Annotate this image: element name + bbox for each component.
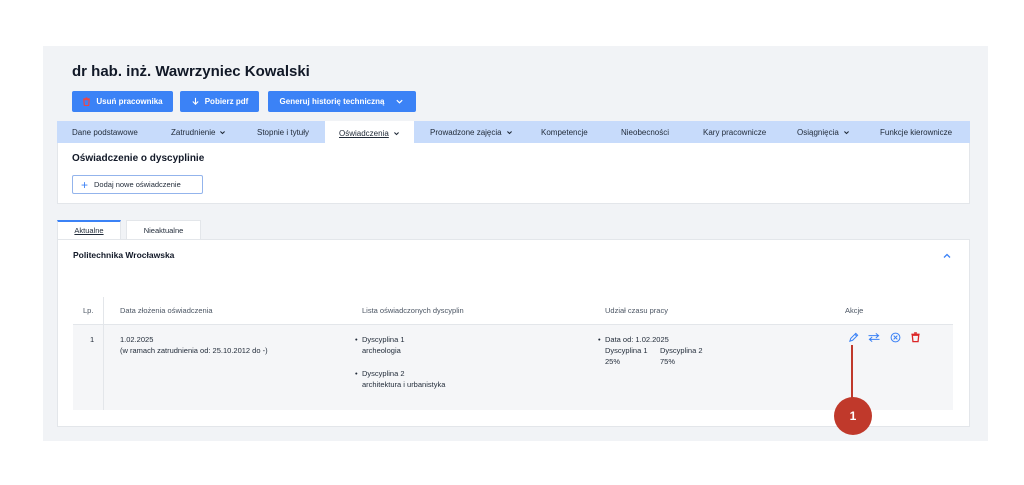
delete-employee-button[interactable]: Usuń pracownika	[72, 91, 173, 112]
tab-basic-data[interactable]: Dane podstawowe	[72, 121, 138, 143]
add-declaration-label: Dodaj nowe oświadczenie	[94, 180, 181, 189]
trash-icon	[83, 97, 91, 106]
edit-icon[interactable]	[848, 332, 859, 343]
cell-date-note: (w ramach zatrudnienia od: 25.10.2012 do…	[120, 346, 268, 355]
chevron-down-icon	[506, 130, 512, 134]
download-icon	[192, 97, 199, 105]
header-disciplines: Lista oświadczonych dyscyplin	[362, 306, 464, 315]
tab-classes[interactable]: Prowadzone zajęcia	[430, 121, 513, 143]
tab-employment[interactable]: Zatrudnienie	[171, 121, 226, 143]
tab-competences[interactable]: Kompetencje	[541, 121, 588, 143]
cell-date: 1.02.2025	[120, 335, 154, 344]
cell-lp: 1	[90, 335, 95, 344]
page-title: dr hab. inż. Wawrzyniec Kowalski	[72, 63, 310, 80]
share-col1-value: 25%	[605, 357, 621, 366]
organization-name: Politechnika Wrocławska	[73, 250, 175, 260]
subtab-outdated[interactable]: Nieaktualne	[126, 220, 201, 239]
generate-history-label: Generuj historię techniczną	[279, 97, 385, 106]
share-col1-label: Dyscyplina 1	[605, 346, 648, 355]
table-row	[73, 325, 953, 410]
discipline-2-value: architektura i urbanistyka	[362, 380, 446, 389]
callout-line	[851, 345, 853, 400]
header-actions: Akcje	[845, 306, 864, 315]
chevron-down-icon	[843, 130, 849, 134]
discipline-1-label: Dyscyplina 1	[355, 334, 404, 345]
header-lp: Lp.	[83, 306, 94, 315]
download-pdf-label: Pobierz pdf	[204, 97, 249, 106]
employee-tabbar: Dane podstawowe Zatrudnienie Stopnie i t…	[57, 121, 970, 145]
declaration-title: Oświadczenie o dyscyplinie	[72, 153, 205, 164]
chevron-up-icon[interactable]	[942, 251, 952, 261]
tab-management[interactable]: Funkcje kierownicze	[880, 121, 952, 143]
subtab-current[interactable]: Aktualne	[57, 220, 121, 239]
tab-achievements[interactable]: Osiągnięcia	[797, 121, 850, 143]
callout-marker: 1	[834, 397, 872, 435]
share-col2-label: Dyscyplina 2	[660, 346, 703, 355]
plus-icon: +	[81, 177, 89, 192]
share-date-from: Data od: 1.02.2025	[598, 334, 669, 345]
discipline-2-label: Dyscyplina 2	[355, 368, 404, 379]
chevron-down-icon	[220, 130, 226, 134]
generate-history-button[interactable]: Generuj historię techniczną	[268, 91, 416, 112]
column-divider	[103, 297, 104, 410]
download-pdf-button[interactable]: Pobierz pdf	[180, 91, 259, 112]
tab-penalties[interactable]: Kary pracownicze	[703, 121, 766, 143]
cancel-circle-icon[interactable]	[890, 332, 901, 343]
header-date: Data złożenia oświadczenia	[120, 306, 213, 315]
add-declaration-button[interactable]: + Dodaj nowe oświadczenie	[72, 175, 203, 194]
chevron-down-icon	[393, 131, 399, 135]
share-col2-value: 75%	[660, 357, 676, 366]
trash-icon[interactable]	[910, 332, 921, 343]
delete-employee-label: Usuń pracownika	[96, 97, 163, 106]
tab-absences[interactable]: Nieobecności	[621, 121, 669, 143]
header-share: Udział czasu pracy	[605, 306, 668, 315]
tab-declarations[interactable]: Oświadczenia	[325, 121, 414, 145]
tab-degrees[interactable]: Stopnie i tytuły	[257, 121, 309, 143]
chevron-down-icon	[396, 99, 404, 104]
swap-icon[interactable]	[867, 332, 881, 343]
discipline-1-value: archeologia	[362, 346, 401, 355]
